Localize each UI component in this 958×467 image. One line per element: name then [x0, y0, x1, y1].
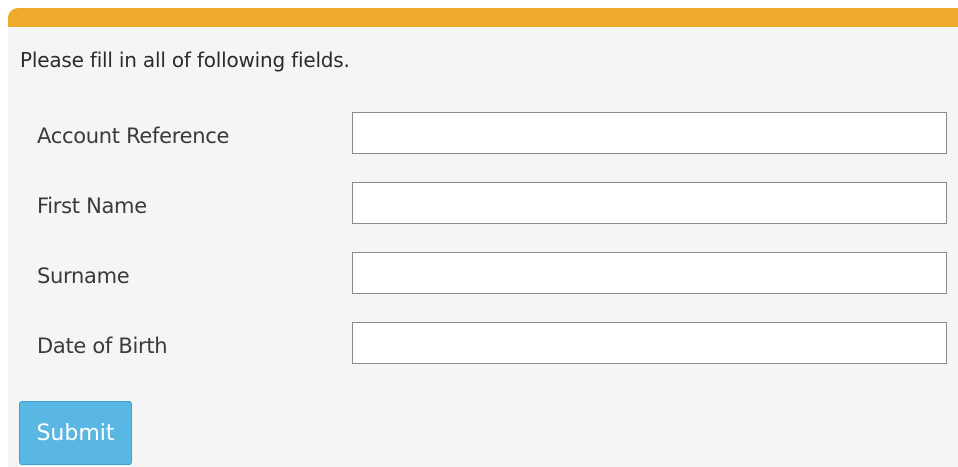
surname-input[interactable] [352, 252, 947, 294]
account-reference-label: Account Reference [37, 124, 230, 148]
account-reference-input[interactable] [352, 112, 947, 154]
first-name-input[interactable] [352, 182, 947, 224]
surname-label: Surname [37, 264, 130, 288]
form-panel: Please fill in all of following fields. … [8, 8, 958, 467]
form-instruction: Please fill in all of following fields. [20, 48, 350, 72]
first-name-label: First Name [37, 194, 147, 218]
submit-button[interactable]: Submit [19, 401, 132, 465]
date-of-birth-input[interactable] [352, 322, 947, 364]
accent-bar [8, 8, 958, 27]
field-row-surname: Surname [8, 252, 958, 298]
date-of-birth-label: Date of Birth [37, 334, 168, 358]
field-row-date-of-birth: Date of Birth [8, 322, 958, 368]
field-row-first-name: First Name [8, 182, 958, 228]
field-row-account-reference: Account Reference [8, 112, 958, 158]
